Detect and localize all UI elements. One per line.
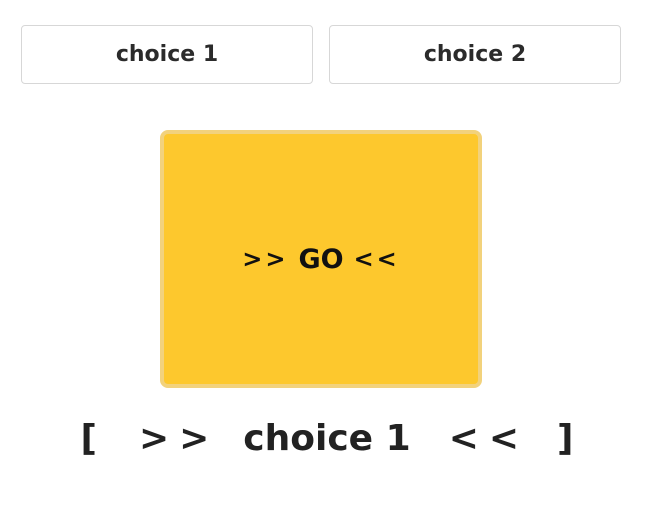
choice-1-button[interactable]: choice 1 [21,25,313,84]
result-right-arrows: << [448,417,530,459]
choice-2-button[interactable]: choice 2 [329,25,621,84]
go-right-arrows: << [353,245,400,273]
choice-1-label: choice 1 [115,42,219,67]
app-root: choice 1 choice 2 >> GO << [ >> choice 1… [0,0,654,511]
selected-result-display: [ >> choice 1 << ] [0,413,654,463]
go-left-arrows: >> [242,245,289,273]
go-button[interactable]: >> GO << [160,130,482,388]
result-value: choice 1 [243,417,411,459]
choice-2-label: choice 2 [423,42,527,67]
result-left-arrows: >> [138,417,220,459]
result-close-bracket: ] [557,417,574,459]
go-label: GO [298,243,344,275]
result-open-bracket: [ [80,417,97,459]
